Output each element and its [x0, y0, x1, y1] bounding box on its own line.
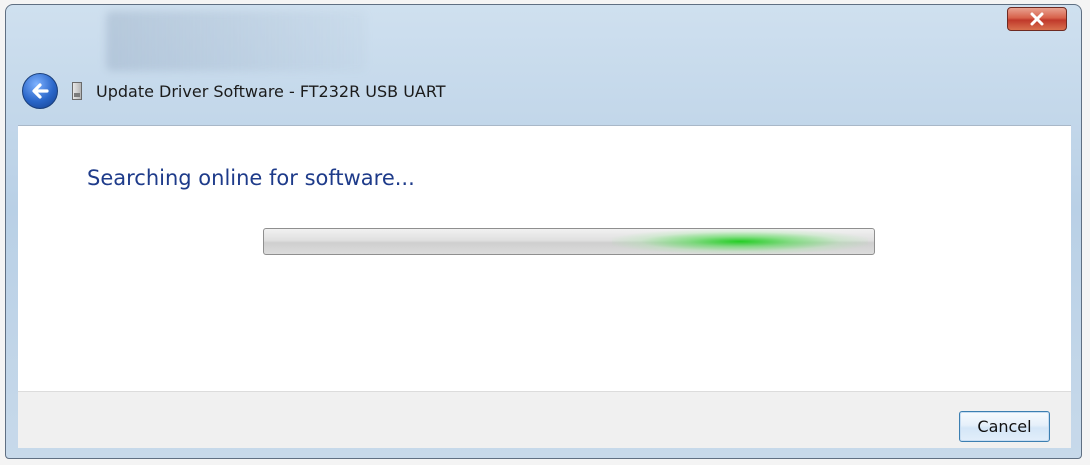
progress-marquee: [611, 229, 868, 254]
dialog-window: Update Driver Software - FT232R USB UART…: [5, 4, 1082, 459]
progress-bar: [263, 228, 875, 255]
back-arrow-icon: [32, 83, 49, 99]
footer-bar: Cancel: [18, 391, 1071, 448]
usb-device-icon: [72, 82, 82, 100]
glass-frame-background: [106, 11, 366, 71]
cancel-button[interactable]: Cancel: [959, 411, 1050, 442]
back-button[interactable]: [22, 73, 58, 109]
close-icon: [1030, 12, 1044, 26]
title-bar: Update Driver Software - FT232R USB UART: [6, 67, 1081, 115]
close-button[interactable]: [1007, 7, 1067, 31]
status-heading: Searching online for software...: [87, 166, 415, 190]
window-title: Update Driver Software - FT232R USB UART: [96, 81, 446, 101]
content-area: Searching online for software...: [18, 125, 1071, 391]
